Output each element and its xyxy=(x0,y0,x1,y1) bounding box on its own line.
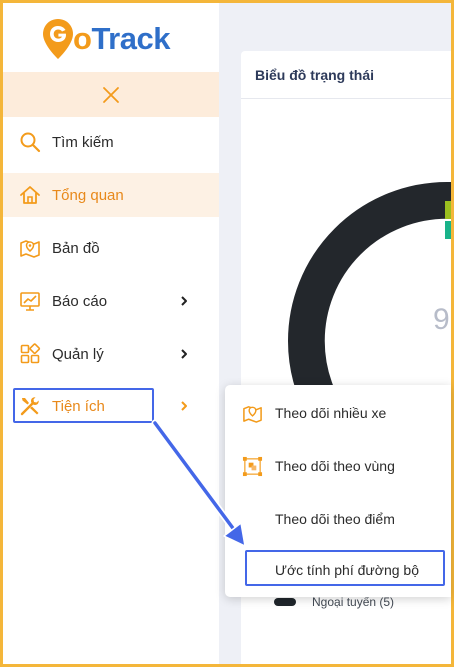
sidebar-item-label: Quản lý xyxy=(52,345,104,363)
map-pin-icon xyxy=(243,405,262,423)
sidebar-item-utilities[interactable]: Tiện ích xyxy=(3,384,219,428)
home-icon xyxy=(20,186,40,204)
search-icon xyxy=(20,132,41,153)
submenu-item-label: Theo dõi theo điểm xyxy=(275,511,395,527)
sidebar-item-search[interactable]: Tìm kiếm xyxy=(3,120,219,164)
submenu-item-track-multiple[interactable]: Theo dõi nhiều xe xyxy=(225,388,451,438)
card-title: Biểu đồ trạng thái xyxy=(255,67,374,83)
sidebar: oTrack Tìm kiếm Tổng quan Bản đồ Báo cáo… xyxy=(3,3,219,664)
submenu-item-label: Theo dõi nhiều xe xyxy=(275,405,387,421)
logo-text-o: o xyxy=(73,21,92,56)
close-icon xyxy=(103,86,119,103)
sidebar-item-label: Báo cáo xyxy=(52,292,108,310)
submenu-item-label: Ước tính phí đường bộ xyxy=(275,562,419,578)
logo-text: oTrack xyxy=(73,21,170,57)
chart-icon xyxy=(20,292,40,311)
sidebar-item-management[interactable]: Quản lý xyxy=(3,332,219,376)
donut-center-value: 9 xyxy=(433,303,450,336)
sidebar-item-label: Tổng quan xyxy=(52,186,124,204)
sidebar-item-label: Tìm kiếm xyxy=(52,133,114,151)
submenu-item-toll-estimate[interactable]: Ước tính phí đường bộ xyxy=(225,545,451,595)
submenu-item-track-region[interactable]: Theo dõi theo vùng xyxy=(225,441,451,491)
chevron-right-icon xyxy=(181,349,187,359)
map-icon xyxy=(20,240,40,258)
sidebar-collapse-button[interactable] xyxy=(3,72,219,117)
chart-legend: Ngoại tuyến (5) xyxy=(274,595,394,609)
tools-icon xyxy=(20,397,39,416)
chevron-right-icon xyxy=(181,401,187,411)
submenu-item-label: Theo dõi theo vùng xyxy=(275,458,395,474)
logo-text-rest: Track xyxy=(91,21,170,56)
submenu-item-track-point[interactable]: Theo dõi theo điểm xyxy=(225,494,451,544)
chevron-right-icon xyxy=(181,296,187,306)
gotrack-logo[interactable]: oTrack xyxy=(41,15,170,63)
sidebar-item-map[interactable]: Bản đồ xyxy=(3,226,219,270)
region-select-icon xyxy=(242,456,263,476)
utilities-submenu: Theo dõi nhiều xe Theo dõi theo vùng The… xyxy=(225,385,451,597)
sidebar-item-label: Bản đồ xyxy=(52,239,100,257)
sidebar-item-overview[interactable]: Tổng quan xyxy=(3,173,219,217)
legend-swatch-offline xyxy=(274,598,296,606)
legend-label-offline: Ngoại tuyến (5) xyxy=(312,595,395,609)
sidebar-item-label: Tiện ích xyxy=(52,397,105,415)
grid-icon xyxy=(20,343,41,364)
sidebar-item-reports[interactable]: Báo cáo xyxy=(3,279,219,323)
location-pin-icon xyxy=(43,19,73,59)
